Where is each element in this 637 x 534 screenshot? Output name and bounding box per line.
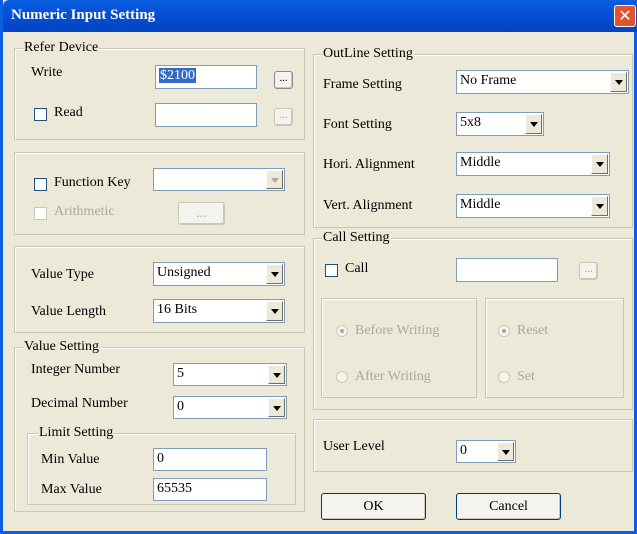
arithmetic-checkbox[interactable] [34, 207, 47, 220]
value-type-dropdown[interactable]: Unsigned [153, 262, 285, 286]
chevron-down-icon [591, 196, 608, 216]
frame-setting-value: No Frame [460, 73, 517, 88]
chevron-down-icon [591, 154, 608, 174]
frame-setting-dropdown[interactable]: No Frame [456, 70, 629, 94]
chevron-down-icon [266, 170, 283, 189]
hori-alignment-label: Hori. Alignment [323, 157, 415, 172]
call-browse-button[interactable]: ... [579, 262, 598, 280]
reset-label: Reset [517, 323, 549, 338]
integer-number-dropdown[interactable]: 5 [173, 363, 287, 386]
value-length-label: Value Length [31, 304, 107, 319]
user-level-label: User Level [323, 439, 385, 454]
set-label: Set [517, 369, 535, 384]
read-checkbox[interactable] [34, 108, 47, 121]
frame-setting-label: Frame Setting [323, 77, 402, 92]
read-label: Read [54, 105, 83, 120]
min-value-input[interactable]: 0 [153, 448, 267, 471]
reset-set-group [485, 298, 624, 398]
after-writing-radio[interactable] [336, 371, 348, 383]
read-browse-button[interactable]: ... [274, 108, 293, 126]
chevron-down-icon [266, 301, 283, 321]
decimal-number-value: 0 [177, 399, 184, 414]
integer-number-label: Integer Number [31, 362, 121, 377]
chevron-down-icon [525, 114, 542, 134]
chevron-down-icon [266, 264, 283, 284]
call-label: Call [345, 261, 369, 276]
reset-radio[interactable] [498, 325, 510, 337]
vert-alignment-dropdown[interactable]: Middle [456, 194, 610, 218]
value-type-label: Value Type [31, 267, 94, 282]
chevron-down-icon [497, 442, 514, 461]
font-setting-dropdown[interactable]: 5x8 [456, 112, 544, 136]
vert-alignment-label: Vert. Alignment [323, 198, 413, 213]
value-type-value: Unsigned [157, 265, 211, 280]
arithmetic-button[interactable]: ... [178, 202, 225, 225]
value-length-dropdown[interactable]: 16 Bits [153, 299, 285, 323]
write-label: Write [31, 65, 63, 80]
limit-setting-title: Limit Setting [38, 425, 115, 441]
value-setting-title: Value Setting [23, 339, 101, 355]
refer-device-title: Refer Device [23, 40, 100, 56]
arithmetic-label: Arithmetic [54, 204, 115, 219]
call-checkbox[interactable] [325, 264, 338, 277]
user-level-dropdown[interactable]: 0 [456, 440, 516, 463]
window-title: Numeric Input Setting [11, 7, 156, 23]
call-setting-title: Call Setting [322, 230, 391, 246]
function-key-checkbox[interactable] [34, 178, 47, 191]
user-level-value: 0 [460, 443, 467, 458]
write-device-input[interactable]: $2100 [155, 65, 257, 89]
chevron-down-icon [268, 365, 285, 384]
max-value-label: Max Value [41, 482, 102, 497]
function-key-dropdown[interactable] [153, 168, 285, 191]
decimal-number-dropdown[interactable]: 0 [173, 396, 287, 419]
integer-number-value: 5 [177, 366, 184, 381]
dialog-window: Numeric Input Setting ✕ Refer Device Wri… [0, 0, 637, 534]
function-group [14, 152, 305, 235]
close-button[interactable]: ✕ [614, 5, 636, 27]
chevron-down-icon [268, 398, 285, 417]
before-writing-radio[interactable] [336, 325, 348, 337]
write-device-value: $2100 [159, 68, 196, 83]
chevron-down-icon [610, 72, 627, 92]
outline-setting-title: OutLine Setting [322, 46, 414, 62]
write-browse-button[interactable]: ... [274, 71, 293, 89]
before-writing-label: Before Writing [355, 323, 440, 338]
min-value-label: Min Value [41, 452, 100, 467]
hori-alignment-dropdown[interactable]: Middle [456, 152, 610, 176]
font-setting-value: 5x8 [460, 115, 481, 130]
set-radio[interactable] [498, 371, 510, 383]
cancel-button[interactable]: Cancel [456, 493, 561, 520]
after-writing-label: After Writing [355, 369, 431, 384]
value-length-value: 16 Bits [157, 302, 198, 317]
max-value-input[interactable]: 65535 [153, 478, 267, 501]
function-key-label: Function Key [54, 175, 131, 190]
title-bar[interactable]: Numeric Input Setting ✕ [3, 0, 637, 32]
hori-alignment-value: Middle [460, 155, 501, 170]
font-setting-label: Font Setting [323, 117, 392, 132]
read-device-input[interactable] [155, 103, 257, 127]
ok-button[interactable]: OK [321, 493, 426, 520]
vert-alignment-value: Middle [460, 197, 501, 212]
decimal-number-label: Decimal Number [31, 396, 128, 411]
call-input[interactable] [456, 258, 558, 282]
